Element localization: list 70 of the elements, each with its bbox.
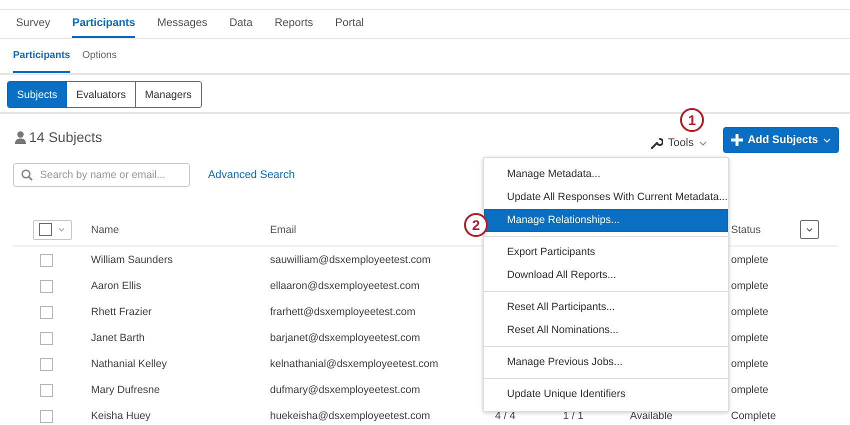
menu-item[interactable]: Manage Relationships... [484, 209, 728, 232]
column-header: Name [91, 224, 120, 236]
menu-item[interactable]: Update All Responses With Current Metadata... [484, 186, 728, 209]
table-cell: omplete [731, 280, 768, 292]
table-cell: omplete [731, 384, 768, 396]
table-cell: omplete [731, 358, 768, 370]
table-cell: omplete [731, 306, 768, 318]
step-badge: 2 [464, 213, 488, 237]
advanced-search-link[interactable]: Advanced Search [208, 169, 295, 181]
table-cell: kelnathanial@dsxemployeetest.com [270, 358, 438, 370]
table-cell: barjanet@dsxemployeetest.com [270, 332, 420, 344]
table-cell: Complete [731, 410, 776, 422]
table-cell: frarhett@dsxemployeetest.com [270, 306, 416, 318]
caret-icon [698, 140, 707, 146]
add-subjects-button[interactable]: Add Subjects [722, 127, 839, 153]
table-cell: sauwilliam@dsxemployeetest.com [270, 254, 431, 266]
table-cell: Nathanial Kelley [91, 358, 167, 370]
segment-button[interactable]: Evaluators [67, 81, 136, 108]
caret-icon [823, 138, 831, 142]
row-checkbox[interactable] [40, 410, 52, 422]
segment-button[interactable]: Managers [136, 81, 202, 108]
select-all-checkbox[interactable] [32, 220, 72, 240]
table-cell: Mary Dufresne [91, 384, 160, 396]
search-icon [21, 169, 33, 181]
tools-button[interactable]: Tools [651, 137, 707, 149]
column-header: Email [270, 224, 296, 236]
column-header: Status [731, 224, 761, 236]
table-cell: Aaron Ellis [91, 280, 142, 292]
column-menu-button[interactable] [800, 220, 819, 239]
table-cell: huekeisha@dsxemployeetest.com [270, 410, 430, 422]
menu-item[interactable]: Reset All Nominations... [484, 319, 728, 342]
table-cell: dufmary@dsxemployeetest.com [270, 384, 420, 396]
table-cell: omplete [731, 254, 768, 266]
row-checkbox[interactable] [40, 358, 52, 370]
menu-item[interactable]: Update Unique Identifiers [484, 383, 728, 406]
segment-button[interactable]: Subjects [7, 81, 68, 108]
sub-tab[interactable]: Participants [13, 39, 70, 73]
row-checkbox[interactable] [40, 384, 52, 396]
table-cell: William Saunders [91, 254, 173, 266]
table-cell: Keisha Huey [91, 410, 151, 422]
row-checkbox[interactable] [40, 332, 52, 344]
step-badge: 1 [680, 108, 704, 132]
table-cell: ellaaron@dsxemployeetest.com [270, 280, 420, 292]
menu-item[interactable]: Reset All Participants... [484, 296, 728, 319]
menu-item[interactable]: Download All Reports... [484, 264, 728, 287]
subject-count: 14 Subjects [29, 129, 102, 145]
table-cell: 1 / 1 [563, 410, 584, 422]
caret-icon [58, 228, 64, 232]
row-checkbox[interactable] [40, 254, 52, 266]
row-checkbox[interactable] [40, 280, 52, 292]
menu-item[interactable]: Manage Metadata... [484, 163, 728, 186]
nav-tab[interactable]: Messages [157, 10, 208, 38]
table-cell: Janet Barth [91, 332, 145, 344]
row-checkbox[interactable] [40, 306, 52, 318]
table-cell: omplete [731, 332, 768, 344]
caret-icon [806, 228, 813, 232]
table-cell: 4 / 4 [495, 410, 516, 422]
menu-item[interactable]: Manage Previous Jobs... [484, 351, 728, 374]
table-cell: Available [630, 410, 672, 422]
nav-tab[interactable]: Reports [274, 10, 314, 38]
sub-tab[interactable]: Options [82, 39, 117, 73]
table-cell: Rhett Frazier [91, 306, 152, 318]
nav-tab[interactable]: Participants [72, 10, 136, 38]
nav-tab[interactable]: Data [229, 10, 253, 38]
person-icon [15, 130, 26, 144]
nav-tab[interactable]: Portal [335, 10, 364, 38]
plus-icon [730, 134, 743, 146]
menu-item[interactable]: Export Participants [484, 241, 728, 264]
nav-tab[interactable]: Survey [16, 10, 50, 38]
search-field[interactable]: Search by name or email... [13, 163, 190, 187]
